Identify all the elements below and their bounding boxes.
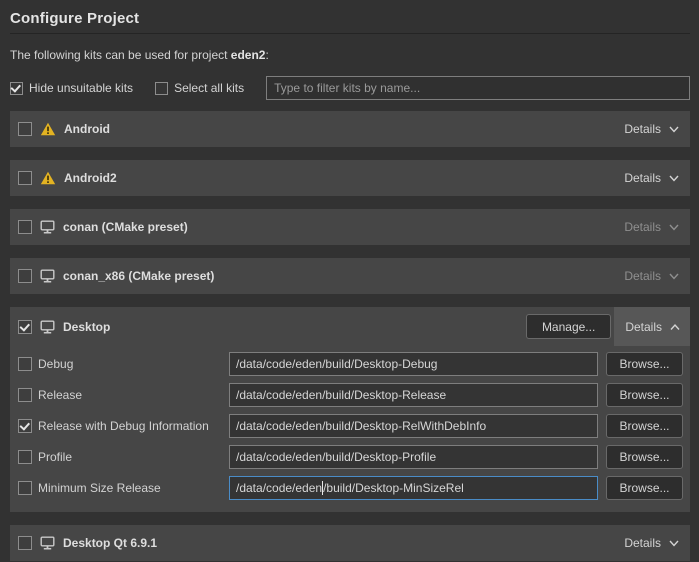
config-label: Debug [38,357,229,371]
chevron-down-icon [668,221,680,233]
details-label: Details [624,269,661,283]
desktop-icon [40,269,55,283]
kit-row-conan[interactable]: conan (CMake preset) Details [10,209,690,245]
desktop-icon [40,220,55,234]
kit-name: Desktop [63,320,110,334]
chevron-down-icon [668,537,680,549]
intro-suffix: : [265,48,268,62]
desktop-icon [40,536,55,550]
kit-checkbox[interactable] [18,171,32,185]
warning-icon [40,122,56,136]
details-label: Details [624,220,661,234]
kit-checkbox[interactable] [18,320,32,334]
hide-unsuitable-kits-checkbox[interactable]: Hide unsuitable kits [10,81,133,95]
details-button-disabled: Details [612,209,690,245]
details-button-expanded[interactable]: Details [614,307,690,346]
config-label: Release with Debug Information [38,419,229,433]
details-label: Details [624,536,661,550]
details-button-disabled: Details [612,258,690,294]
config-label: Release [38,388,229,402]
config-label: Minimum Size Release [38,481,229,495]
intro-prefix: The following kits can be used for proje… [10,48,231,62]
build-dir-input[interactable] [229,445,598,469]
kit-row-desktop-qt-691[interactable]: Desktop Qt 6.9.1 Details [10,525,690,561]
config-checkbox[interactable] [18,357,32,371]
kit-checkbox[interactable] [18,220,32,234]
path-text-after-caret: /build/Desktop-MinSizeRel [323,481,464,495]
checkbox-icon[interactable] [10,82,23,95]
config-checkbox[interactable] [18,388,32,402]
kit-header: Android Details [10,111,690,147]
browse-button[interactable]: Browse... [606,352,683,376]
config-checkbox[interactable] [18,450,32,464]
title-divider [10,33,690,34]
path-text-before-caret: /data/code/eden [236,481,322,495]
manage-button[interactable]: Manage... [526,314,611,339]
details-label: Details [624,122,661,136]
select-all-kits-label: Select all kits [174,81,244,95]
browse-button[interactable]: Browse... [606,476,683,500]
kit-header: Desktop Manage... Details [10,307,690,346]
build-config-row-release: Release Browse... [18,379,683,410]
kit-header: Android2 Details [10,160,690,196]
browse-button[interactable]: Browse... [606,414,683,438]
kit-row-conan-x86[interactable]: conan_x86 (CMake preset) Details [10,258,690,294]
kit-header: conan (CMake preset) Details [10,209,690,245]
kit-name: conan_x86 (CMake preset) [63,269,214,283]
browse-button[interactable]: Browse... [606,383,683,407]
config-checkbox[interactable] [18,419,32,433]
kit-filter-controls: Hide unsuitable kits Select all kits [10,76,690,100]
details-button[interactable]: Details [612,111,690,147]
project-name: eden2 [231,48,266,62]
configure-project-page: Configure Project The following kits can… [0,0,699,562]
intro-text: The following kits can be used for proje… [10,48,690,62]
kit-name: Android [64,122,110,136]
kit-list: Android Details Android2 Details [10,111,690,561]
chevron-down-icon [668,270,680,282]
kit-checkbox[interactable] [18,122,32,136]
build-config-row-profile: Profile Browse... [18,441,683,472]
kit-name: conan (CMake preset) [63,220,188,234]
details-label: Details [624,171,661,185]
hide-unsuitable-kits-label: Hide unsuitable kits [29,81,133,95]
details-button[interactable]: Details [612,525,690,561]
page-title: Configure Project [10,10,690,27]
desktop-icon [40,320,55,334]
build-config-row-minsizerel: Minimum Size Release /data/code/eden/bui… [18,472,683,503]
build-dir-input-focused[interactable]: /data/code/eden/build/Desktop-MinSizeRel [229,476,598,500]
kit-row-android2[interactable]: Android2 Details [10,160,690,196]
kit-filter-input[interactable] [266,76,690,100]
config-checkbox[interactable] [18,481,32,495]
build-config-row-relwithdebinfo: Release with Debug Information Browse... [18,410,683,441]
select-all-kits-checkbox[interactable]: Select all kits [155,81,244,95]
chevron-up-icon [669,321,681,333]
config-label: Profile [38,450,229,464]
warning-icon [40,171,56,185]
build-dir-input[interactable] [229,414,598,438]
desktop-build-configs: Debug Browse... Release Browse... Releas… [10,346,690,512]
kit-checkbox[interactable] [18,269,32,283]
build-dir-input[interactable] [229,352,598,376]
build-dir-input[interactable] [229,383,598,407]
kit-row-desktop[interactable]: Desktop Manage... Details Debug Browse..… [10,307,690,512]
details-button[interactable]: Details [612,160,690,196]
kit-name: Android2 [64,171,117,185]
chevron-down-icon [668,123,680,135]
checkbox-icon[interactable] [155,82,168,95]
details-label: Details [625,320,662,334]
build-config-row-debug: Debug Browse... [18,348,683,379]
kit-checkbox[interactable] [18,536,32,550]
kit-name: Desktop Qt 6.9.1 [63,536,157,550]
browse-button[interactable]: Browse... [606,445,683,469]
kit-header: Desktop Qt 6.9.1 Details [10,525,690,561]
chevron-down-icon [668,172,680,184]
kit-header: conan_x86 (CMake preset) Details [10,258,690,294]
kit-row-android[interactable]: Android Details [10,111,690,147]
